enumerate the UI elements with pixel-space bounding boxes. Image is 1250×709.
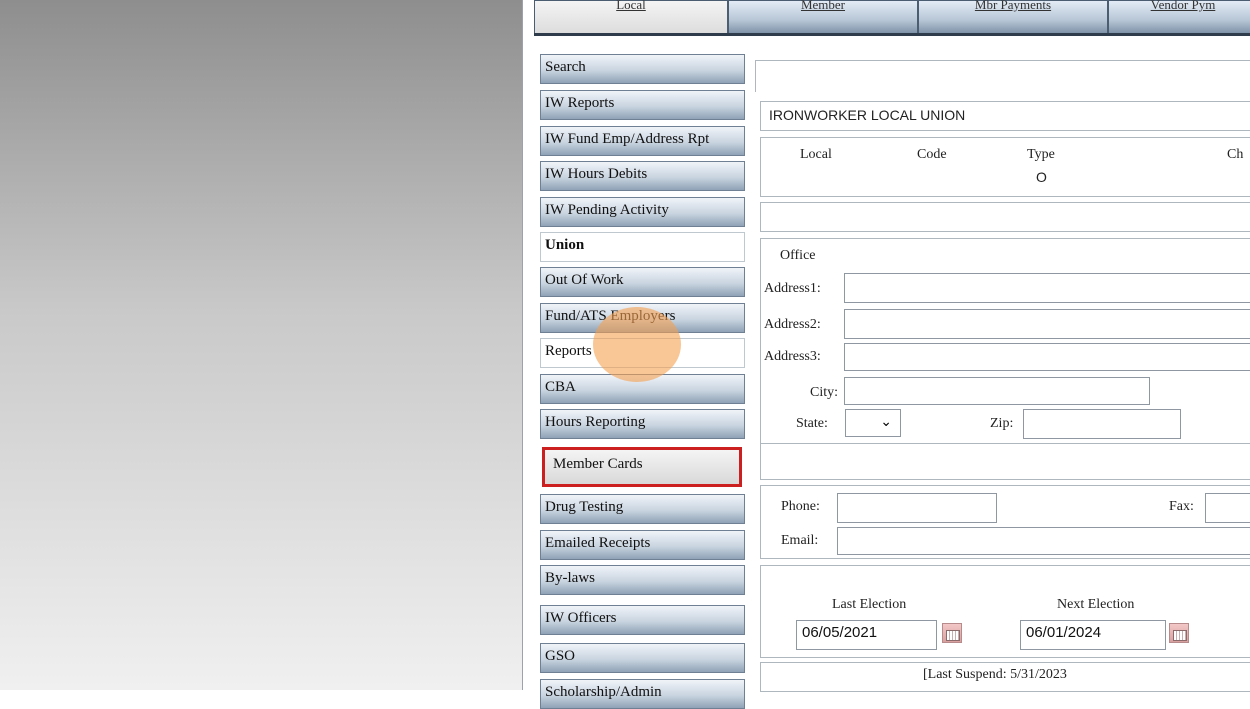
last-election-value: 06/05/2021 xyxy=(802,624,878,641)
state-select[interactable]: ⌄ xyxy=(845,409,901,437)
address3-input[interactable] xyxy=(844,343,1250,371)
sidebar-item-iw-officers[interactable]: IW Officers xyxy=(540,605,745,635)
city-label: City: xyxy=(810,385,839,400)
union-name-field: IRONWORKER LOCAL UNION xyxy=(760,101,1250,131)
address1-input[interactable] xyxy=(844,273,1250,303)
last-election-input[interactable]: 06/05/2021 xyxy=(796,620,937,650)
top-blank-panel xyxy=(755,60,1250,92)
column-ch: Ch xyxy=(1227,147,1244,162)
frame-divider xyxy=(522,0,529,690)
zip-label: Zip: xyxy=(990,416,1014,431)
tab-vendor-pymt[interactable]: Vendor Pym xyxy=(1108,0,1250,34)
next-election-value: 06/01/2024 xyxy=(1026,624,1102,641)
tab-mbr-payments[interactable]: Mbr Payments xyxy=(918,0,1108,34)
tab-local[interactable]: Local xyxy=(534,0,728,34)
sidebar-item-by-laws[interactable]: By-laws xyxy=(540,565,745,595)
address2-label: Address2: xyxy=(764,317,821,332)
phone-label: Phone: xyxy=(781,499,820,514)
sidebar-item-hours-reporting[interactable]: Hours Reporting xyxy=(540,409,745,439)
last-election-label: Last Election xyxy=(832,597,907,612)
last-suspend-text: [Last Suspend: 5/31/2023 xyxy=(923,667,1067,682)
tab-bar-underline xyxy=(534,33,1250,36)
sidebar-item-iw-pending-activity[interactable]: IW Pending Activity xyxy=(540,197,745,227)
sidebar-item-emailed-receipts[interactable]: Emailed Receipts xyxy=(540,530,745,560)
sidebar-item-scholarship-admin[interactable]: Scholarship/Admin xyxy=(540,679,745,709)
office-address-panel: Office Address1: Address2: Address3: Cit… xyxy=(760,238,1250,444)
column-type: Type xyxy=(1027,147,1055,162)
union-info-table: Local Code Type Ch O xyxy=(760,137,1250,197)
blank-panel-3 xyxy=(760,444,1250,480)
address3-label: Address3: xyxy=(764,349,821,364)
fax-input[interactable] xyxy=(1205,493,1250,523)
sidebar-item-member-cards[interactable]: Member Cards xyxy=(542,447,742,487)
city-input[interactable] xyxy=(844,377,1150,405)
phone-input[interactable] xyxy=(837,493,997,523)
zip-input[interactable] xyxy=(1023,409,1181,439)
sidebar-item-gso[interactable]: GSO xyxy=(540,643,745,673)
election-panel: Last Election Next Election 06/05/2021 0… xyxy=(760,565,1250,658)
sidebar-item-union[interactable]: Union xyxy=(540,232,745,262)
state-label: State: xyxy=(796,416,828,431)
next-election-input[interactable]: 06/01/2024 xyxy=(1020,620,1166,650)
sidebar-item-search[interactable]: Search xyxy=(540,54,745,84)
click-indicator xyxy=(593,307,681,382)
calendar-icon[interactable] xyxy=(1169,623,1189,643)
column-code: Code xyxy=(917,147,947,162)
column-local: Local xyxy=(800,147,832,162)
email-label: Email: xyxy=(781,533,819,548)
sidebar-item-drug-testing[interactable]: Drug Testing xyxy=(540,494,745,524)
union-name: IRONWORKER LOCAL UNION xyxy=(769,107,966,123)
type-value: O xyxy=(1036,169,1047,185)
sidebar-item-iw-hours-debits[interactable]: IW Hours Debits xyxy=(540,161,745,191)
sidebar-item-iw-reports[interactable]: IW Reports xyxy=(540,90,745,120)
fax-label: Fax: xyxy=(1169,499,1194,514)
contact-panel: Phone: Fax: Email: xyxy=(760,485,1250,559)
chevron-down-icon: ⌄ xyxy=(880,414,892,430)
address1-label: Address1: xyxy=(764,281,821,296)
blank-panel-2 xyxy=(760,202,1250,232)
left-background xyxy=(0,0,522,690)
suspend-panel: [Last Suspend: 5/31/2023 xyxy=(760,662,1250,692)
sidebar-item-iw-fund-emp-address-rpt[interactable]: IW Fund Emp/Address Rpt xyxy=(540,126,745,156)
tab-member[interactable]: Member xyxy=(728,0,918,34)
email-input[interactable] xyxy=(837,527,1250,555)
office-label: Office xyxy=(780,248,816,263)
sidebar-item-out-of-work[interactable]: Out Of Work xyxy=(540,267,745,297)
next-election-label: Next Election xyxy=(1057,597,1135,612)
address2-input[interactable] xyxy=(844,309,1250,339)
calendar-icon[interactable] xyxy=(942,623,962,643)
